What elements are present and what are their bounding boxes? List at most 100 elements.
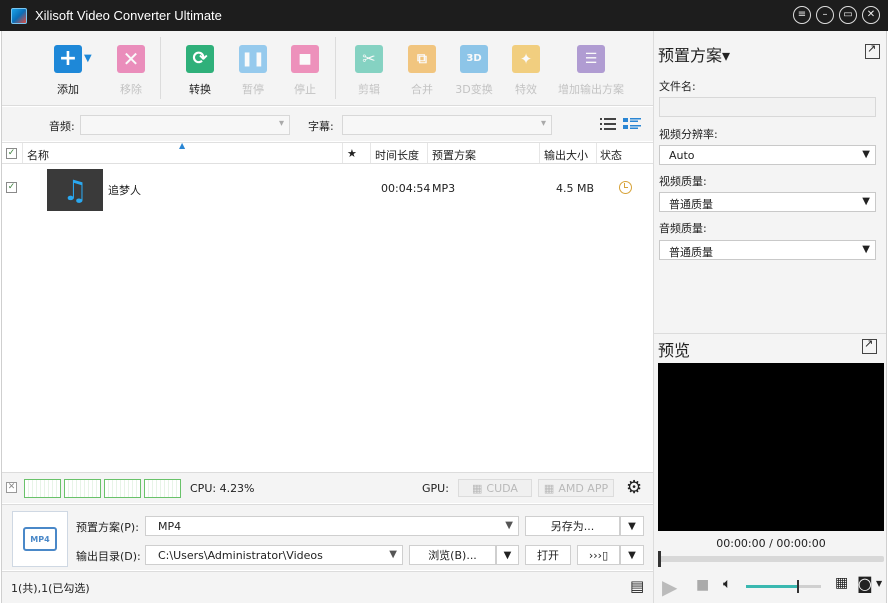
gpu-chip-icon: ▦ [472,481,483,495]
add-button[interactable]: + ▼ 添加 [42,45,94,97]
output-dir-value: C:\Users\Administrator\Videos [158,549,323,562]
column-name[interactable]: 名称 [27,147,49,163]
detail-view-icon[interactable] [623,117,641,131]
column-divider [22,143,23,163]
cpu-graph [104,479,141,498]
volume-icon[interactable]: 🔈︎ [723,576,731,592]
music-note-icon: ♫ [47,169,103,211]
toolbar: + ▼ 添加 ✕ 移除 ⟳ 转换 ❚❚ 暂停 ■ 停止 ✂ 剪辑 ⧉ 合并 3D… [2,31,654,106]
audio-select[interactable] [80,115,290,135]
cpu-usage-text: CPU: 4.23% [190,482,255,495]
resolution-select[interactable]: Auto ▼ [659,145,876,165]
cpu-row: ✕ CPU: 4.23% GPU: ▦ CUDA ▦ AMD APP ⚙ [2,472,654,503]
file-list-header: ✓ 名称 ▲ ★ 时间长度 预置方案 输出大小 状态 [2,141,654,164]
list-view-icon[interactable] [600,117,616,131]
status-bar: 1(共),1(已勾选) ▤ [2,571,654,603]
seek-handle[interactable] [658,551,661,567]
chevron-down-icon: ▼ [505,520,513,531]
toolbar-divider [335,37,336,99]
play-icon[interactable]: ▶ [662,575,677,599]
save-as-label: 另存为... [550,520,595,533]
convert-button[interactable]: ⟳ 转换 [174,45,226,97]
right-panel: 预置方案▾ 文件名: 视频分辨率: Auto ▼ 视频质量: 普通质量 ▼ 音频… [653,31,887,603]
column-duration[interactable]: 时间长度 [375,147,419,163]
pause-button[interactable]: ❚❚ 暂停 [227,45,279,97]
open-button[interactable]: 打开 [525,545,571,565]
chevron-down-icon[interactable]: ▼ [876,579,882,588]
close-icon[interactable]: ✕ [862,6,880,24]
preset-select[interactable]: MP4 ▼ [145,516,519,536]
volume-handle[interactable] [797,580,799,593]
convert-label: 转换 [189,83,211,96]
amd-app-button[interactable]: ▦ AMD APP [538,479,614,497]
column-size[interactable]: 输出大小 [544,147,588,163]
merge-label: 合并 [411,83,433,96]
audio-quality-select[interactable]: 普通质量 ▼ [659,240,876,260]
select-all-checkbox[interactable]: ✓ [6,148,17,159]
output-dir-select[interactable]: C:\Users\Administrator\Videos ▼ [145,545,403,565]
window-controls: ≡ – ▭ ✕ [793,6,880,24]
expand-icon[interactable] [865,42,880,59]
amd-chip-icon: ▦ [543,481,555,495]
stop-icon[interactable]: ■ [696,577,709,593]
file-duration: 00:04:54 [381,182,431,195]
effects-button[interactable]: ✦ 特效 [500,45,552,97]
preset-value: MP4 [158,520,182,533]
remove-button[interactable]: ✕ 移除 [105,45,157,97]
output-settings: MP4 预置方案(P): MP4 ▼ 另存为... ▼ 输出目录(D): C:\… [2,504,654,570]
column-divider [342,143,343,163]
minimize-icon[interactable]: – [816,6,834,24]
chevron-down-icon: ▼ [389,549,397,560]
mp4-file-icon: MP4 [12,511,68,567]
chevron-down-icon[interactable]: ▼ [84,53,92,64]
close-cpu-icon[interactable]: ✕ [6,482,17,493]
resolution-label: 视频分辨率: [659,128,718,141]
transfer-button[interactable]: ›››▯ [577,545,620,565]
merge-button[interactable]: ⧉ 合并 [396,45,448,97]
clip-button[interactable]: ✂ 剪辑 [343,45,395,97]
log-icon[interactable]: ▤ [630,577,644,595]
3d-icon: 3D [460,45,488,73]
transfer-dropdown[interactable]: ▼ [620,545,644,565]
pause-icon: ❚❚ [239,45,267,73]
file-preset[interactable]: MP3 [432,182,455,195]
video-quality-select[interactable]: 普通质量 ▼ [659,192,876,212]
browse-label: 浏览(B)... [428,549,477,562]
preset-panel-title[interactable]: 预置方案▾ [658,42,730,66]
cpu-graph [24,479,61,498]
column-star[interactable]: ★ [347,147,357,160]
open-label: 打开 [537,549,559,562]
row-checkbox[interactable]: ✓ [6,182,17,193]
preset-label: 预置方案(P): [76,521,139,534]
column-preset[interactable]: 预置方案 [432,147,476,163]
video-quality-label: 视频质量: [659,175,707,188]
camera-icon[interactable]: ◙ [857,574,873,593]
refresh-icon: ⟳ [186,45,214,73]
filter-row: 音频: 字幕: [2,107,654,141]
filename-input[interactable] [659,97,876,117]
3d-button[interactable]: 3D 3D变换 [448,45,500,97]
browse-dropdown[interactable]: ▼ [496,545,519,565]
subtitle-select[interactable] [342,115,552,135]
mp4-badge: MP4 [23,527,57,551]
audio-quality-label: 音频质量: [659,222,707,235]
cpu-graph [144,479,181,498]
volume-slider[interactable] [746,580,821,593]
stop-button[interactable]: ■ 停止 [279,45,331,97]
menu-icon[interactable]: ≡ [793,6,811,24]
maximize-icon[interactable]: ▭ [839,6,857,24]
add-output-button[interactable]: ☰ 增加输出方案 [554,45,628,97]
title-bar: Xilisoft Video Converter Ultimate ≡ – ▭ … [0,0,888,31]
save-as-button[interactable]: 另存为... [525,516,620,536]
table-row[interactable]: ✓ ♫ 追梦人 00:04:54 MP3 4.5 MB [2,166,654,211]
seek-bar[interactable] [658,551,884,567]
browse-button[interactable]: 浏览(B)... [409,545,496,565]
expand-preview-icon[interactable] [862,337,877,354]
save-as-dropdown[interactable]: ▼ [620,516,644,536]
document-icon: ☰ [577,45,605,73]
gear-icon[interactable]: ⚙ [626,477,642,498]
snapshot-settings-icon[interactable]: ▦ [835,575,848,591]
column-status[interactable]: 状态 [600,147,622,163]
cuda-button[interactable]: ▦ CUDA [458,479,532,497]
chevron-down-icon: ▼ [862,196,870,207]
